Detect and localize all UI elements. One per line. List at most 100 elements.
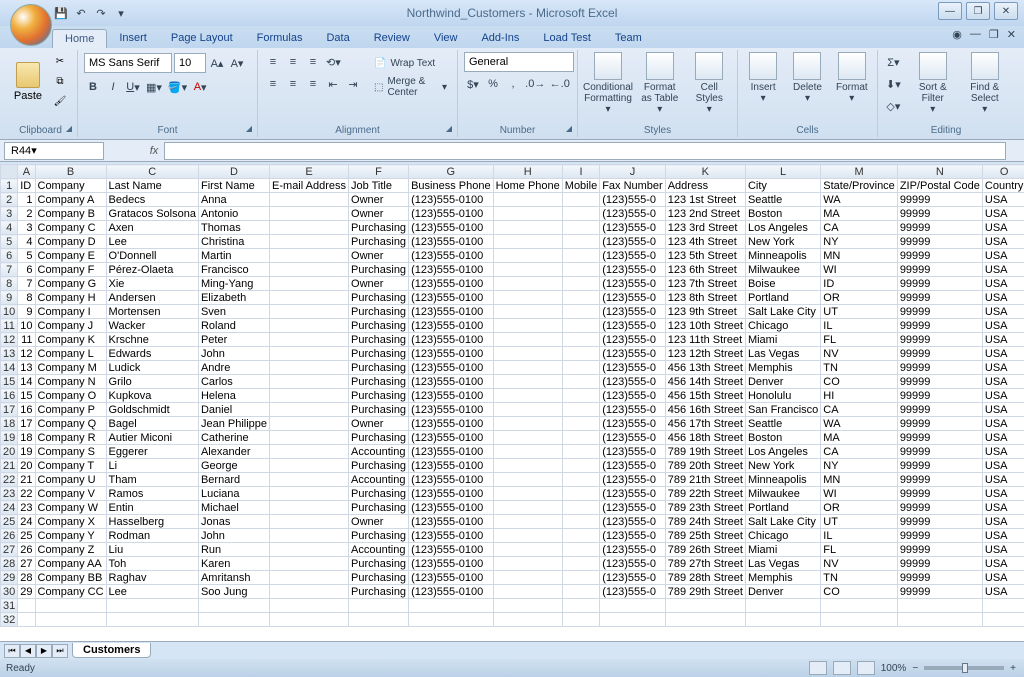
cell[interactable]: 5 [18, 249, 35, 263]
cell[interactable]: 99999 [897, 291, 982, 305]
cell[interactable]: Purchasing [349, 389, 409, 403]
cell[interactable] [493, 389, 562, 403]
cell[interactable] [493, 305, 562, 319]
cell[interactable] [18, 599, 35, 613]
cell[interactable] [270, 333, 349, 347]
merge-center-button[interactable]: ⬚ Merge & Center ▾ [370, 76, 451, 98]
cell[interactable]: USA [982, 445, 1024, 459]
cell[interactable]: Helena [198, 389, 269, 403]
cell[interactable]: (123)555-0100 [409, 375, 494, 389]
cell[interactable]: Gratacos Solsona [106, 207, 198, 221]
row-header[interactable]: 8 [1, 277, 18, 291]
cell[interactable]: Purchasing [349, 501, 409, 515]
cell[interactable]: (123)555-0100 [409, 585, 494, 599]
cell[interactable]: USA [982, 459, 1024, 473]
cell[interactable] [35, 599, 106, 613]
cell[interactable]: 99999 [897, 375, 982, 389]
doc-close-icon[interactable]: ✕ [1007, 28, 1016, 41]
cell[interactable] [270, 473, 349, 487]
cell[interactable]: 28 [18, 571, 35, 585]
row-header[interactable]: 21 [1, 459, 18, 473]
cell[interactable]: (123)555-0100 [409, 403, 494, 417]
col-header-D[interactable]: D [198, 165, 269, 179]
cell[interactable]: Purchasing [349, 529, 409, 543]
cell-styles-button[interactable]: Cell Styles▾ [688, 52, 732, 115]
cell[interactable]: 21 [18, 473, 35, 487]
cell[interactable]: Purchasing [349, 431, 409, 445]
cell[interactable] [493, 263, 562, 277]
cell[interactable]: Ramos [106, 487, 198, 501]
cell[interactable]: MA [821, 207, 898, 221]
increase-indent-icon[interactable]: ⇥ [344, 74, 362, 94]
cell[interactable]: 24 [18, 515, 35, 529]
cell[interactable] [270, 347, 349, 361]
cell[interactable]: (123)555-0100 [409, 347, 494, 361]
cell[interactable]: Owner [349, 417, 409, 431]
cell[interactable]: (123)555-0 [600, 305, 666, 319]
cell[interactable]: Company M [35, 361, 106, 375]
cell[interactable]: John [198, 347, 269, 361]
tab-formulas[interactable]: Formulas [245, 29, 315, 48]
cell[interactable]: 99999 [897, 249, 982, 263]
cell[interactable]: Fax Number [600, 179, 666, 193]
cell[interactable]: Sven [198, 305, 269, 319]
cell[interactable]: Purchasing [349, 403, 409, 417]
cell[interactable]: Peter [198, 333, 269, 347]
cell[interactable]: Address [665, 179, 745, 193]
align-left-icon[interactable]: ≡ [264, 74, 282, 94]
cell[interactable]: Company [35, 179, 106, 193]
cell[interactable]: OR [821, 291, 898, 305]
cell[interactable]: USA [982, 417, 1024, 431]
cell[interactable]: Company A [35, 193, 106, 207]
cell[interactable]: CA [821, 221, 898, 235]
cell[interactable] [562, 487, 599, 501]
col-header-G[interactable]: G [409, 165, 494, 179]
cell[interactable] [493, 585, 562, 599]
row-header[interactable]: 2 [1, 193, 18, 207]
cell[interactable]: USA [982, 487, 1024, 501]
cell[interactable]: Autier Miconi [106, 431, 198, 445]
fx-icon[interactable]: fx [144, 145, 164, 157]
doc-restore-icon[interactable]: ❐ [989, 28, 999, 41]
cell[interactable]: (123)555-0 [600, 585, 666, 599]
cell[interactable] [821, 613, 898, 627]
cell[interactable]: Luciana [198, 487, 269, 501]
cell[interactable]: (123)555-0 [600, 319, 666, 333]
cell[interactable]: (123)555-0100 [409, 557, 494, 571]
dialog-launcher-icon[interactable]: ◢ [563, 124, 575, 136]
cell[interactable]: Owner [349, 207, 409, 221]
cell[interactable]: (123)555-0100 [409, 529, 494, 543]
cell[interactable]: (123)555-0100 [409, 207, 494, 221]
cell[interactable]: (123)555-0 [600, 571, 666, 585]
worksheet-grid[interactable]: ABCDEFGHIJKLMNO1IDCompanyLast NameFirst … [0, 164, 1024, 641]
cell[interactable] [198, 599, 269, 613]
cell[interactable]: 8 [18, 291, 35, 305]
cell[interactable]: (123)555-0100 [409, 235, 494, 249]
cell[interactable]: 17 [18, 417, 35, 431]
cell[interactable]: Company O [35, 389, 106, 403]
cell[interactable]: Mobile [562, 179, 599, 193]
cell[interactable]: Company C [35, 221, 106, 235]
cell[interactable]: New York [745, 459, 820, 473]
italic-button[interactable]: I [104, 77, 122, 97]
select-all-corner[interactable] [1, 165, 18, 179]
cell[interactable]: (123)555-0100 [409, 473, 494, 487]
cell[interactable] [897, 599, 982, 613]
cell[interactable]: Company F [35, 263, 106, 277]
cell[interactable] [270, 459, 349, 473]
cell[interactable]: (123)555-0100 [409, 543, 494, 557]
cell[interactable] [562, 501, 599, 515]
page-break-view-icon[interactable] [857, 661, 875, 675]
cell[interactable]: USA [982, 333, 1024, 347]
cell[interactable] [562, 277, 599, 291]
cell[interactable]: 27 [18, 557, 35, 571]
cell[interactable]: (123)555-0100 [409, 445, 494, 459]
page-layout-view-icon[interactable] [833, 661, 851, 675]
cell[interactable]: Purchasing [349, 557, 409, 571]
tab-page-layout[interactable]: Page Layout [159, 29, 245, 48]
cell[interactable] [562, 305, 599, 319]
cell[interactable] [270, 501, 349, 515]
cell[interactable]: Accounting [349, 543, 409, 557]
cell[interactable] [562, 263, 599, 277]
cell[interactable]: Hasselberg [106, 515, 198, 529]
